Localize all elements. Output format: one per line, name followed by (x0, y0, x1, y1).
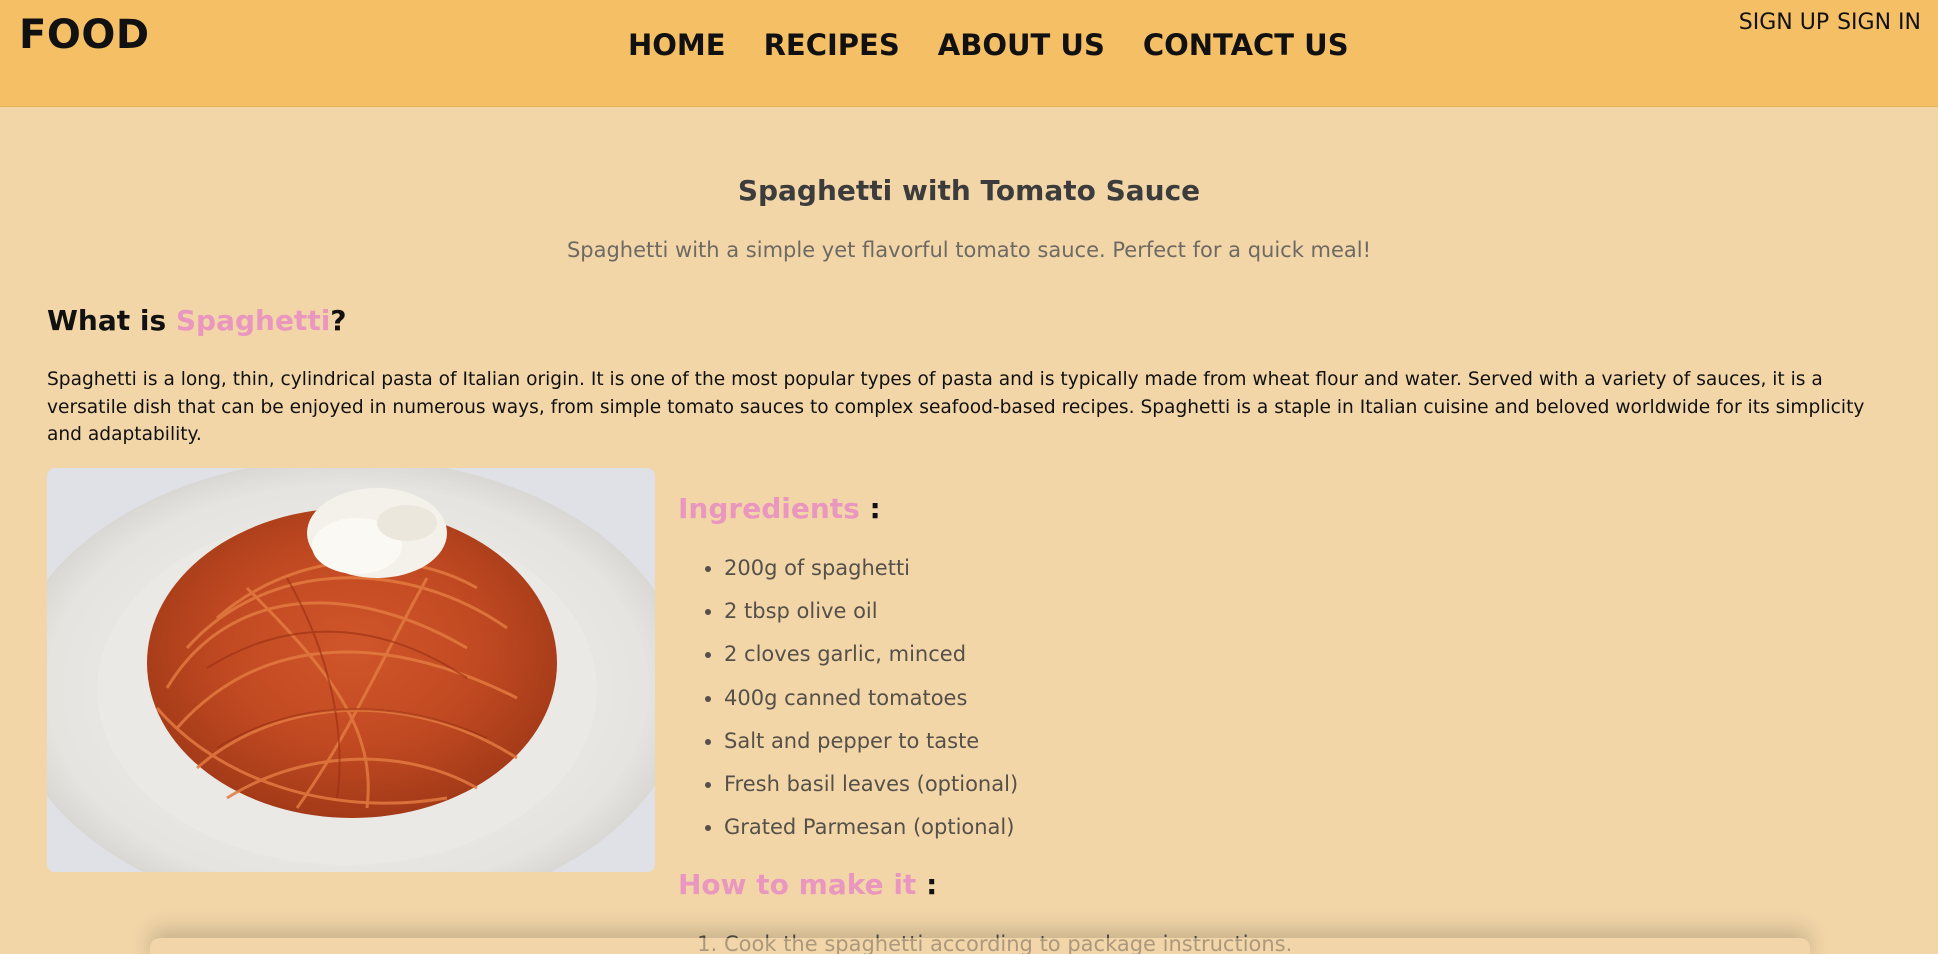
recipe-description: Spaghetti with a simple yet flavorful to… (566, 238, 1372, 262)
auth-links: SIGN UP SIGN IN (1739, 10, 1921, 35)
bottom-card-shadow (150, 938, 1810, 954)
nav-home[interactable]: HOME (628, 28, 726, 62)
site-header: FOOD HOME RECIPES ABOUT US CONTACT US SI… (0, 0, 1938, 107)
nav-recipes[interactable]: RECIPES (764, 28, 900, 62)
ingredients-heading: Ingredients : (678, 492, 881, 525)
spaghetti-photo (47, 468, 655, 872)
method-label: How to make it (678, 868, 917, 901)
about-paragraph: Spaghetti is a long, thin, cylindrical p… (47, 369, 1865, 445)
method-heading: How to make it : (678, 868, 937, 901)
ingredient-item: Grated Parmesan (optional) (724, 813, 1018, 856)
what-is-dish-name: Spaghetti (175, 304, 331, 337)
ingredients-list: 200g of spaghetti 2 tbsp olive oil 2 clo… (678, 554, 1018, 856)
what-is-prefix: What is (47, 304, 176, 337)
ingredient-item: 2 cloves garlic, minced (724, 640, 1018, 683)
nav-about-us[interactable]: ABOUT US (938, 28, 1105, 62)
what-is-suffix: ? (330, 304, 347, 337)
nav-contact-us[interactable]: CONTACT US (1143, 28, 1349, 62)
ingredient-item: 200g of spaghetti (724, 554, 1018, 597)
ingredient-item: 2 tbsp olive oil (724, 597, 1018, 640)
ingredients-label: Ingredients (678, 492, 860, 525)
sign-up-link[interactable]: SIGN UP (1739, 10, 1829, 35)
ingredient-item: Salt and pepper to taste (724, 727, 1018, 770)
main-nav: HOME RECIPES ABOUT US CONTACT US (628, 28, 1349, 62)
recipe-title: Spaghetti with Tomato Sauce (737, 174, 1201, 207)
ingredients-colon: : (859, 492, 881, 525)
spaghetti-image (47, 468, 655, 872)
ingredient-item: 400g canned tomatoes (724, 684, 1018, 727)
page: FOOD HOME RECIPES ABOUT US CONTACT US SI… (0, 0, 1938, 954)
site-logo[interactable]: FOOD (19, 12, 150, 58)
method-colon: : (916, 868, 938, 901)
what-is-heading: What is Spaghetti? (47, 304, 347, 337)
sign-in-link[interactable]: SIGN IN (1837, 10, 1921, 35)
ingredient-item: Fresh basil leaves (optional) (724, 770, 1018, 813)
